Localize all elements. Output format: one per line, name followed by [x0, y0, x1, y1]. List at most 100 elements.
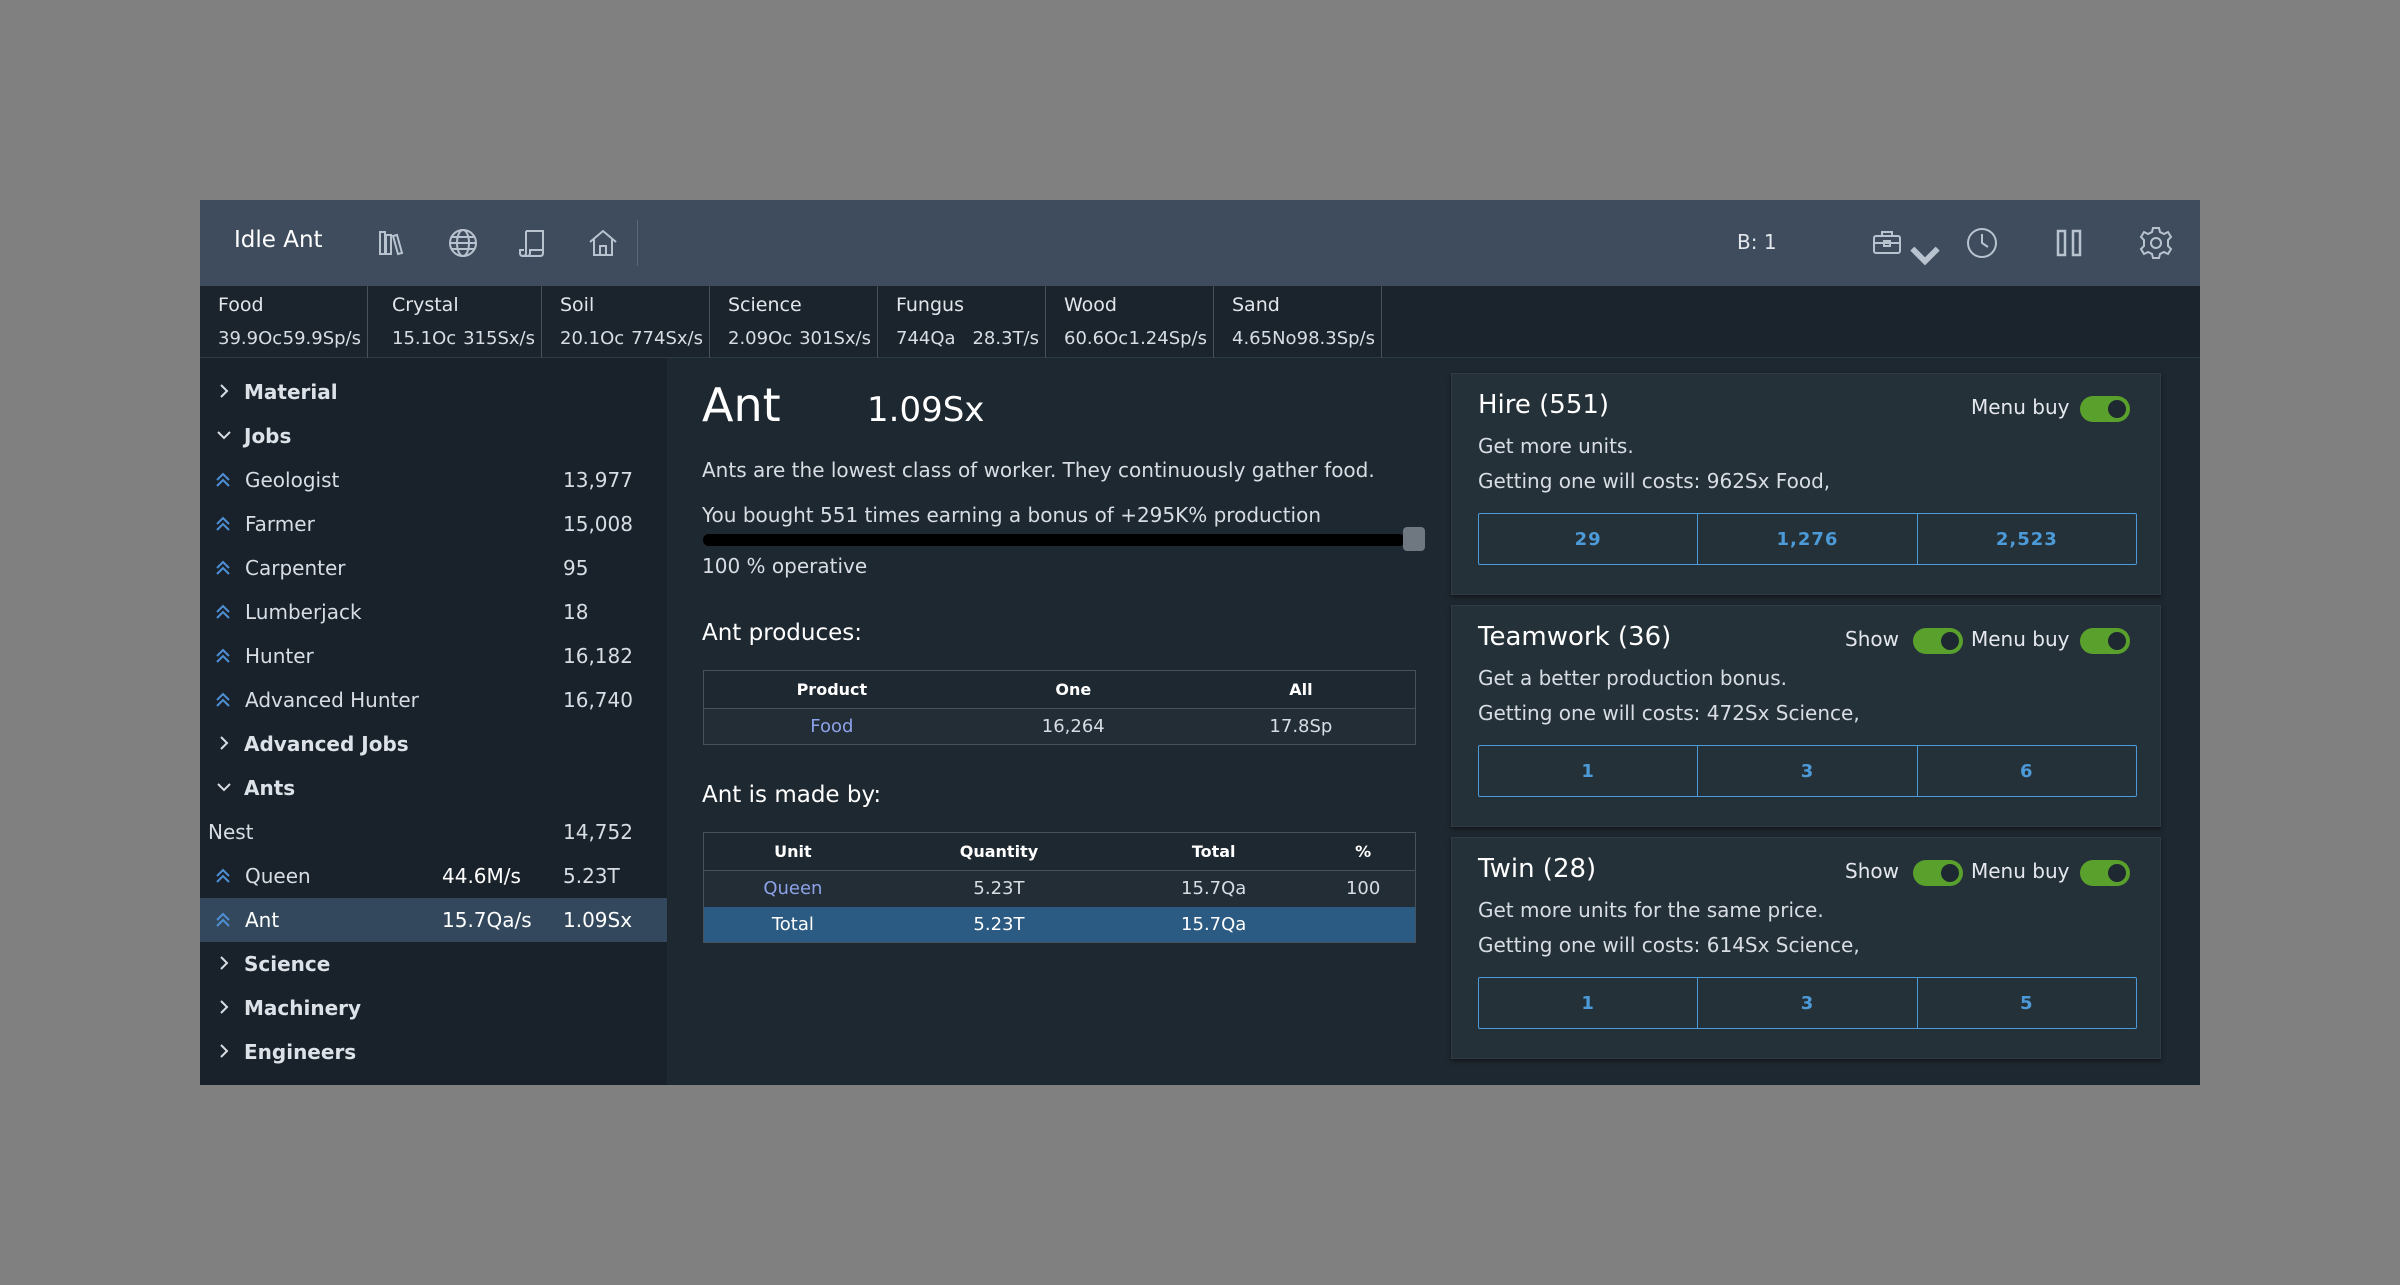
sidebar-item-carpenter[interactable]: Carpenter 95	[200, 546, 667, 590]
resource-rate: 774Sx/s	[631, 328, 703, 349]
resource-fungus[interactable]: Fungus 744Qa 28.3T/s	[878, 286, 1046, 358]
resource-soil[interactable]: Soil 20.1Oc 774Sx/s	[542, 286, 710, 358]
category-label: Jobs	[244, 424, 292, 448]
buy-button-group: 1 3 6	[1478, 745, 2137, 797]
item-count: 95	[563, 556, 589, 580]
resource-amount: 60.6Oc	[1064, 328, 1129, 349]
show-toggle[interactable]	[1913, 628, 1963, 654]
buy-button[interactable]: 1	[1479, 978, 1699, 1028]
item-label: Farmer	[245, 512, 315, 536]
resource-rate: 28.3T/s	[972, 328, 1039, 349]
chevron-right-icon	[214, 380, 234, 402]
buy-button[interactable]: 3	[1698, 746, 1918, 796]
resource-name: Wood	[1064, 294, 1117, 316]
sidebar-category-machinery[interactable]: Machinery	[200, 986, 667, 1030]
resource-crystal[interactable]: Crystal 15.1Oc 315Sx/s	[374, 286, 542, 358]
double-chevron-up-icon	[212, 908, 234, 932]
show-toggle[interactable]	[1913, 860, 1963, 886]
operative-text: 100 % operative	[702, 554, 868, 578]
card-cost: Getting one will costs: 472Sx Science,	[1478, 701, 1860, 725]
table-row: Food 16,264 17.8Sp	[703, 708, 1416, 745]
globe-icon[interactable]	[446, 226, 480, 260]
operative-slider-handle[interactable]	[1403, 527, 1425, 551]
unit-name: Ant	[702, 378, 781, 432]
double-chevron-up-icon	[212, 864, 234, 888]
sidebar-item-farmer[interactable]: Farmer 15,008	[200, 502, 667, 546]
resource-bar: Food 39.9Oc 59.9Sp/s Crystal 15.1Oc 315S…	[200, 286, 2200, 358]
sidebar-category-jobs[interactable]: Jobs	[200, 414, 667, 458]
buy-button[interactable]: 29	[1479, 514, 1699, 564]
buy-button[interactable]: 1	[1479, 746, 1699, 796]
category-label: Material	[244, 380, 338, 404]
top-bar: Idle Ant B: 1	[200, 200, 2200, 286]
sidebar-item-advanced-hunter[interactable]: Advanced Hunter 16,740	[200, 678, 667, 722]
resource-food[interactable]: Food 39.9Oc 59.9Sp/s	[200, 286, 368, 358]
menu-buy-toggle[interactable]	[2080, 628, 2130, 654]
sidebar-item-queen[interactable]: Queen 44.6M/s 5.23T	[200, 854, 667, 898]
toggle-knob	[1941, 864, 1959, 882]
category-label: Machinery	[244, 996, 362, 1020]
table-cell: 100	[1311, 870, 1416, 907]
resource-name: Fungus	[896, 294, 964, 316]
pause-icon[interactable]	[2050, 224, 2088, 262]
resource-science[interactable]: Science 2.09Oc 301Sx/s	[710, 286, 878, 358]
sidebar-category-advanced-jobs[interactable]: Advanced Jobs	[200, 722, 667, 766]
operative-slider-fill	[703, 534, 1405, 546]
home-icon[interactable]	[586, 226, 620, 260]
resource-rate: 1.24Sp/s	[1128, 328, 1207, 349]
buy-button[interactable]: 1,276	[1698, 514, 1918, 564]
sidebar-category-engineers[interactable]: Engineers	[200, 1030, 667, 1074]
app-title: Idle Ant	[234, 227, 323, 253]
resource-name: Food	[218, 294, 264, 316]
toggle-knob	[2108, 400, 2126, 418]
chevron-down-icon	[214, 424, 234, 446]
table-cell: 15.7Qa	[1116, 906, 1312, 943]
double-chevron-up-icon	[212, 512, 234, 536]
double-chevron-up-icon	[212, 600, 234, 624]
category-label: Science	[244, 952, 331, 976]
unit-description: Ants are the lowest class of worker. The…	[702, 458, 1375, 482]
table-header: Unit	[703, 832, 882, 871]
sidebar-category-ants[interactable]: Ants	[200, 766, 667, 810]
product-link[interactable]: Food	[703, 708, 960, 745]
menu-buy-toggle[interactable]	[2080, 860, 2130, 886]
resource-wood[interactable]: Wood 60.6Oc 1.24Sp/s	[1046, 286, 1214, 358]
resource-rate: 98.3Sp/s	[1296, 328, 1375, 349]
buy-button[interactable]: 6	[1918, 746, 2136, 796]
double-chevron-up-icon	[212, 644, 234, 668]
card-description: Get a better production bonus.	[1478, 666, 1787, 690]
sidebar-category-material[interactable]: Material	[200, 370, 667, 414]
menu-buy-toggle[interactable]	[2080, 396, 2130, 422]
operative-slider-track[interactable]	[703, 534, 1405, 546]
item-label: Carpenter	[245, 556, 346, 580]
buy-button[interactable]: 3	[1698, 978, 1918, 1028]
sidebar-item-ant[interactable]: Ant 15.7Qa/s 1.09Sx	[200, 898, 667, 942]
buy-button[interactable]: 2,523	[1918, 514, 2136, 564]
item-label: Queen	[245, 864, 311, 888]
double-chevron-up-icon	[212, 556, 234, 580]
gear-icon[interactable]	[2137, 224, 2175, 262]
sidebar-item-nest[interactable]: Nest 14,752	[200, 810, 667, 854]
menu-buy-label: Menu buy	[1971, 859, 2070, 883]
toolbox-dropdown[interactable]	[1868, 224, 1940, 266]
unit-link[interactable]: Queen	[703, 870, 882, 907]
resource-sand[interactable]: Sand 4.65No 98.3Sp/s	[1214, 286, 1382, 358]
buy-multiplier-label[interactable]: B: 1	[1737, 230, 1777, 254]
resource-name: Soil	[560, 294, 595, 316]
card-title: Hire (551)	[1478, 390, 1610, 420]
library-icon[interactable]	[375, 226, 409, 260]
sidebar-category-science[interactable]: Science	[200, 942, 667, 986]
scroll-icon[interactable]	[516, 226, 550, 260]
item-count: 13,977	[563, 468, 633, 492]
toggle-knob	[2108, 632, 2126, 650]
sidebar-item-lumberjack[interactable]: Lumberjack 18	[200, 590, 667, 634]
sidebar-item-geologist[interactable]: Geologist 13,977	[200, 458, 667, 502]
resource-name: Crystal	[392, 294, 459, 316]
buy-button[interactable]: 5	[1918, 978, 2136, 1028]
show-label: Show	[1845, 627, 1899, 651]
sidebar-item-hunter[interactable]: Hunter 16,182	[200, 634, 667, 678]
toggle-knob	[2108, 864, 2126, 882]
table-header: Total	[1116, 832, 1312, 871]
resource-rate: 301Sx/s	[799, 328, 871, 349]
history-icon[interactable]	[1963, 224, 2001, 262]
